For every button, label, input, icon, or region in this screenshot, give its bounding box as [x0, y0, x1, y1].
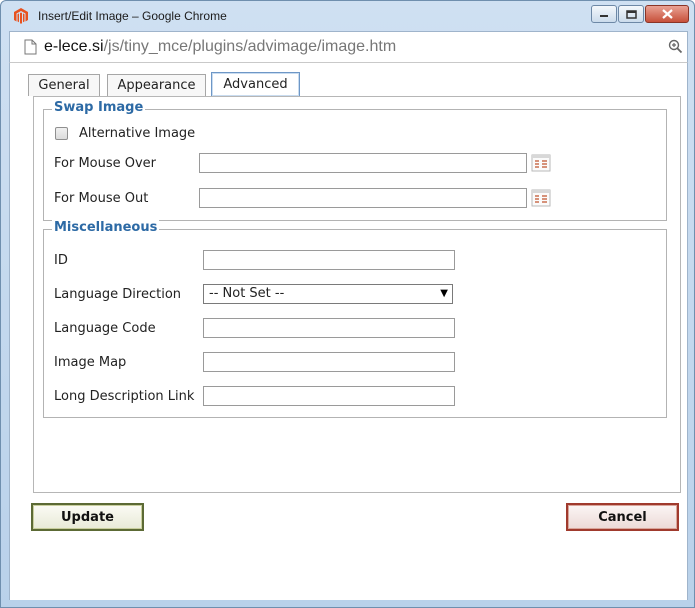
miscellaneous-legend: Miscellaneous	[52, 220, 160, 235]
url-path: /js/tiny_mce/plugins/advimage/image.htm	[103, 38, 397, 55]
browse-icon[interactable]	[531, 154, 551, 172]
swap-image-fieldset: Swap Image Alternative Image For Mouse O…	[43, 100, 667, 221]
url-host: e-lece.si	[44, 38, 104, 55]
address-bar[interactable]: e-lece.si/js/tiny_mce/plugins/advimage/i…	[9, 31, 688, 63]
dialog-content: General Appearance Advanced Swap Image A…	[9, 63, 688, 600]
tab-general[interactable]: General	[28, 74, 100, 96]
miscellaneous-fieldset: Miscellaneous ID Language Direction -- N…	[43, 220, 667, 418]
image-map-input[interactable]	[203, 352, 455, 372]
long-description-label: Long Description Link	[54, 389, 195, 404]
mouse-out-input[interactable]	[199, 188, 527, 208]
mouse-over-input[interactable]	[199, 153, 527, 173]
cancel-button[interactable]: Cancel	[566, 503, 679, 531]
language-code-input[interactable]	[203, 318, 455, 338]
mouse-over-label: For Mouse Over	[54, 156, 157, 171]
language-direction-label: Language Direction	[54, 287, 182, 302]
maximize-icon	[625, 9, 637, 19]
alternative-image-label: Alternative Image	[79, 126, 196, 141]
id-label: ID	[54, 253, 68, 268]
image-map-label: Image Map	[54, 355, 127, 370]
id-input[interactable]	[203, 250, 455, 270]
language-code-label: Language Code	[54, 321, 156, 336]
window-title: Insert/Edit Image – Google Chrome	[38, 9, 227, 23]
dropdown-arrow-icon: ▼	[440, 288, 448, 299]
zoom-icon[interactable]	[668, 39, 683, 54]
url-text[interactable]: e-lece.si/js/tiny_mce/plugins/advimage/i…	[44, 38, 396, 56]
language-direction-select[interactable]: -- Not Set -- ▼	[203, 284, 453, 304]
title-bar[interactable]: Insert/Edit Image – Google Chrome	[1, 1, 694, 31]
magento-icon	[14, 8, 28, 24]
maximize-button[interactable]	[618, 5, 644, 23]
minimize-button[interactable]	[591, 5, 617, 23]
language-direction-value: -- Not Set --	[209, 286, 285, 301]
tab-appearance[interactable]: Appearance	[107, 74, 206, 96]
page-icon	[24, 39, 37, 55]
update-button[interactable]: Update	[31, 503, 144, 531]
close-button[interactable]	[645, 5, 689, 23]
advanced-panel: Swap Image Alternative Image For Mouse O…	[33, 96, 681, 493]
long-description-input[interactable]	[203, 386, 455, 406]
tab-advanced[interactable]: Advanced	[211, 72, 300, 96]
close-icon	[661, 9, 673, 19]
minimize-icon	[600, 15, 608, 17]
swap-image-legend: Swap Image	[52, 100, 146, 115]
browser-window: Insert/Edit Image – Google Chrome e-lece…	[0, 0, 695, 608]
mouse-out-label: For Mouse Out	[54, 191, 149, 206]
alternative-image-checkbox[interactable]	[55, 127, 68, 140]
browse-icon[interactable]	[531, 189, 551, 207]
